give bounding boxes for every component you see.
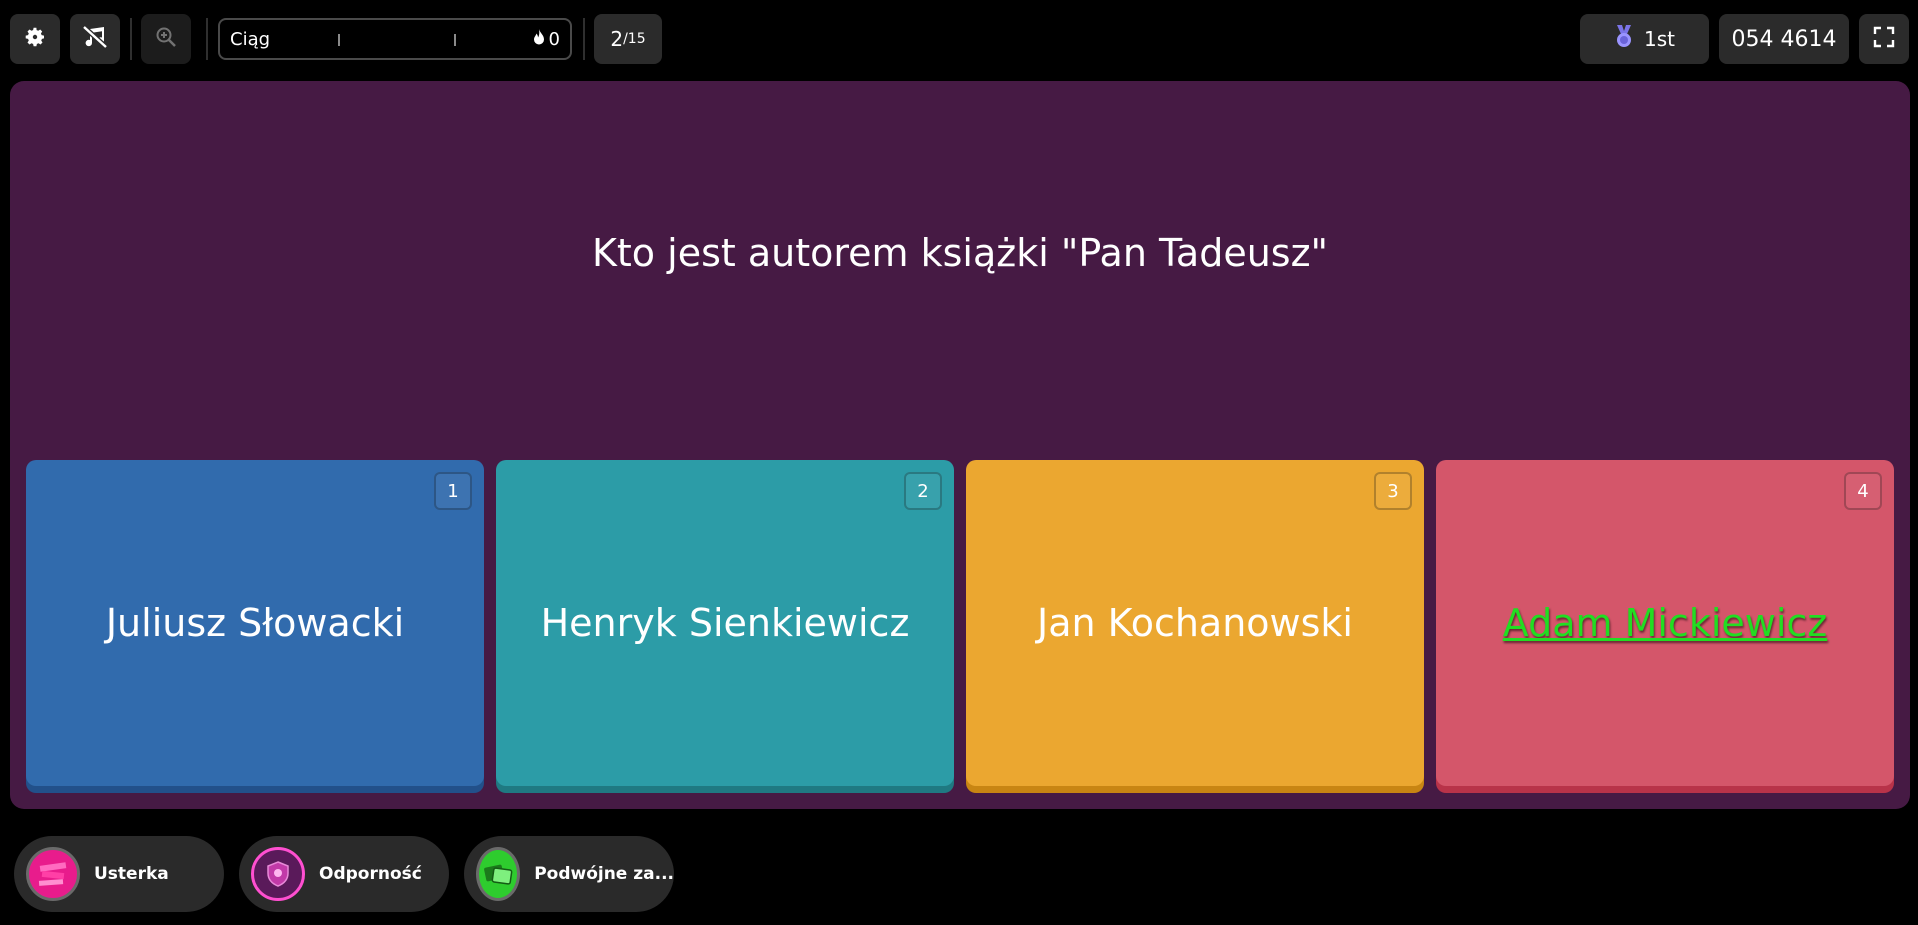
answer-number-badge: 3 (1374, 472, 1412, 510)
streak-meter: Ciąg 0 (218, 18, 572, 60)
powerup-label: Usterka (94, 864, 169, 884)
glitch-icon (26, 847, 80, 901)
answer-number-badge: 1 (434, 472, 472, 510)
question-counter-current: 2 (610, 27, 624, 51)
game-code: 054 4614 (1719, 14, 1849, 64)
fullscreen-icon (1872, 25, 1896, 53)
powerup-label: Odporność (319, 864, 422, 884)
medal-icon (1614, 24, 1634, 54)
streak-value: 0 (548, 28, 560, 50)
answer-number-badge: 2 (904, 472, 942, 510)
question-panel: Kto jest autorem książki "Pan Tadeusz" 1… (10, 81, 1910, 809)
question-counter-total: /15 (623, 31, 646, 47)
zoom-in-icon (154, 25, 178, 53)
divider (206, 18, 208, 60)
streak-tick (454, 34, 456, 46)
answer-option-3[interactable]: 3 Jan Kochanowski (966, 460, 1424, 786)
shield-icon (251, 847, 305, 901)
question-counter: 2/15 (594, 14, 662, 64)
divider (583, 18, 585, 60)
music-toggle-button[interactable] (70, 14, 120, 64)
streak-value-group: 0 (533, 28, 560, 50)
answer-option-4[interactable]: 4 Adam Mickiewicz (1436, 460, 1894, 786)
music-off-icon (81, 25, 109, 53)
rank-badge: 1st (1580, 14, 1709, 64)
powerup-double-points[interactable]: Podwójne za... (464, 836, 674, 912)
zoom-button[interactable] (141, 14, 191, 64)
divider (130, 18, 132, 60)
answer-number-badge: 4 (1844, 472, 1882, 510)
fullscreen-button[interactable] (1859, 14, 1909, 64)
settings-button[interactable] (10, 14, 60, 64)
answer-text: Juliusz Słowacki (105, 601, 405, 645)
question-text: Kto jest autorem książki "Pan Tadeusz" (591, 231, 1329, 275)
answer-option-1[interactable]: 1 Juliusz Słowacki (26, 460, 484, 786)
powerup-glitch[interactable]: Usterka (14, 836, 224, 912)
streak-tick (338, 34, 340, 46)
flame-icon (533, 28, 545, 50)
answer-text: Henryk Sienkiewicz (540, 601, 910, 645)
powerup-immunity[interactable]: Odporność (239, 836, 449, 912)
streak-label: Ciąg (230, 28, 271, 50)
answer-option-2[interactable]: 2 Henryk Sienkiewicz (496, 460, 954, 786)
powerup-label: Podwójne za... (534, 864, 674, 884)
gear-icon (23, 25, 47, 53)
top-bar: Ciąg 0 2/15 1st 054 4614 (0, 0, 1918, 78)
double-points-icon (476, 847, 521, 901)
answer-text: Jan Kochanowski (1037, 601, 1353, 645)
answer-text-correct: Adam Mickiewicz (1502, 601, 1828, 645)
rank-text: 1st (1644, 27, 1675, 51)
